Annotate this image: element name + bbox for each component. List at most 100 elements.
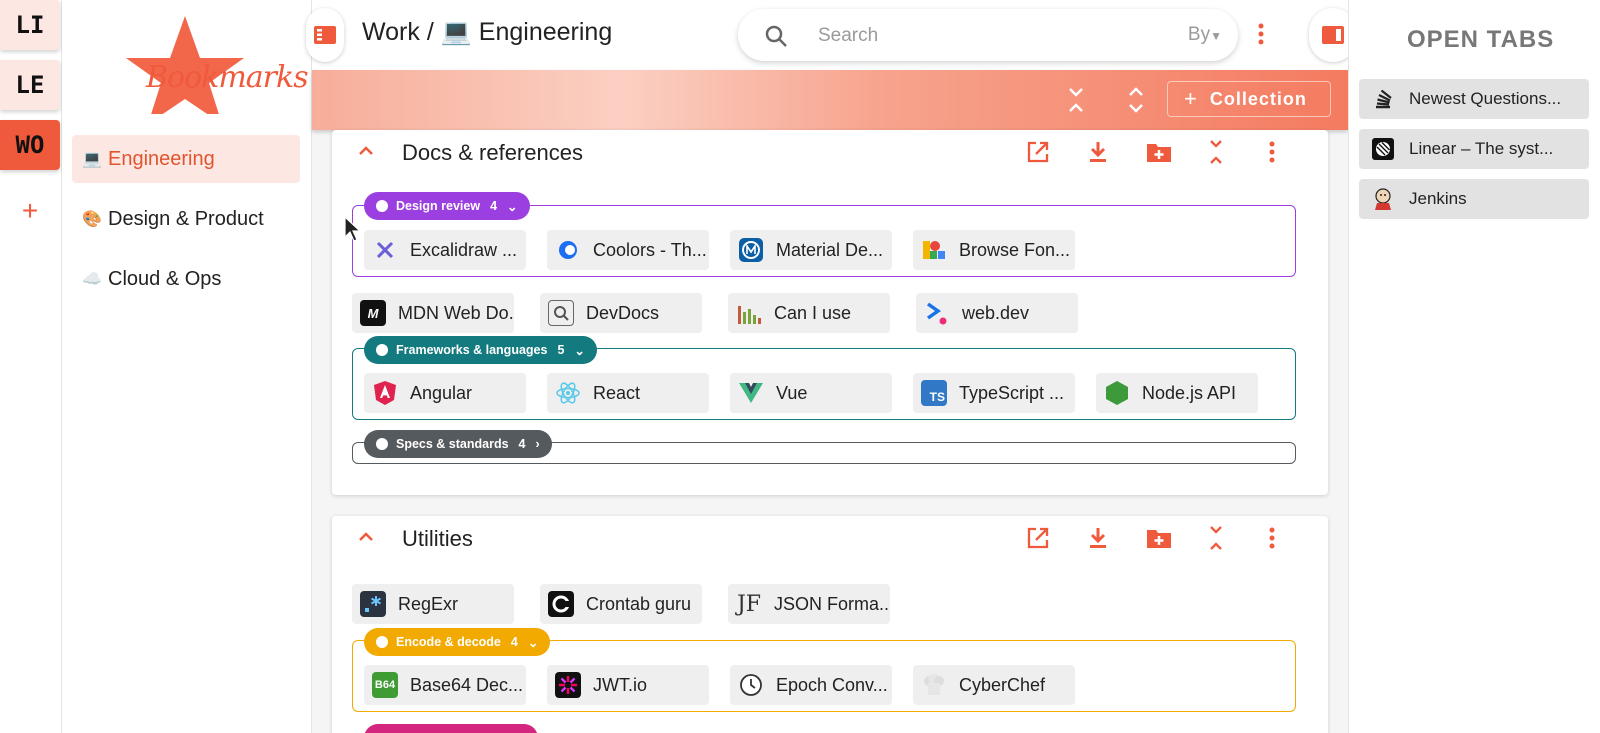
group-name: Frameworks & languages <box>396 343 548 357</box>
group-tag-design-review[interactable]: Design review 4 ⌄ <box>364 192 530 220</box>
collection-title: Utilities <box>402 526 473 551</box>
bookmark-typescript[interactable]: TS TypeScript ... <box>913 373 1075 413</box>
group-name: Encode & decode <box>396 635 501 649</box>
laptop-icon: 💻 <box>82 151 102 168</box>
expand-all-icon[interactable] <box>1126 86 1146 114</box>
bookmark-regexr[interactable]: RegExr <box>352 584 514 624</box>
collections-sidebar: Bookmarks 💻 Engineering 🎨 Design & Produ… <box>62 0 312 733</box>
workspace-le[interactable]: LE <box>0 60 60 110</box>
nav-item-cloud-ops[interactable]: ☁️ Cloud & Ops <box>72 255 300 303</box>
bookmark-json-formatter[interactable]: JF JSON Forma... <box>728 584 890 624</box>
app-logo: Bookmarks <box>102 14 309 124</box>
search-by-dropdown[interactable]: By▼ <box>1188 24 1222 46</box>
bookmark-nodejs[interactable]: Node.js API <box>1096 373 1258 413</box>
mdn-icon: M <box>360 300 386 326</box>
download-icon[interactable] <box>1086 140 1110 164</box>
group-tag-frameworks[interactable]: Frameworks & languages 5 ⌄ <box>364 336 597 364</box>
create-folder-icon[interactable] <box>1146 140 1172 164</box>
more-options-button[interactable] <box>1257 22 1265 51</box>
search-input[interactable]: Search <box>818 25 878 47</box>
bookmark-devdocs[interactable]: DevDocs <box>540 293 702 333</box>
group-name: Specs & standards <box>396 437 509 451</box>
group-tag-partial[interactable] <box>364 724 538 733</box>
workspace-li[interactable]: LI <box>0 0 60 50</box>
bookmark-react[interactable]: React <box>547 373 709 413</box>
group-tag-specs-standards[interactable]: Specs & standards 4 › <box>364 430 552 458</box>
toggle-sidebar-button[interactable] <box>306 8 344 62</box>
jenkins-icon <box>1371 187 1395 211</box>
bookmark-title: Angular <box>410 382 473 403</box>
more-vert-icon <box>1258 23 1264 45</box>
open-tab-stackoverflow[interactable]: Newest Questions... <box>1359 79 1589 119</box>
linear-icon <box>1371 137 1395 161</box>
chevron-down-icon: ⌄ <box>574 343 585 358</box>
cloud-icon: ☁️ <box>82 271 102 288</box>
open-tab-jenkins[interactable]: Jenkins <box>1359 179 1589 219</box>
workspace-rail: LI LE WO + <box>0 0 62 733</box>
bookmark-coolors[interactable]: Coolors - Th... <box>547 230 709 270</box>
bookmark-crontab-guru[interactable]: Crontab guru <box>540 584 702 624</box>
chevron-up-icon[interactable] <box>358 530 374 542</box>
bookmark-can-i-use[interactable]: Can I use <box>728 293 890 333</box>
bookmark-material-design[interactable]: Material De... <box>730 230 892 270</box>
download-icon[interactable] <box>1086 526 1110 550</box>
search-icon <box>765 25 787 47</box>
nav-item-engineering[interactable]: 💻 Engineering <box>72 135 300 183</box>
nav-item-design-product[interactable]: 🎨 Design & Product <box>72 195 300 243</box>
collapse-groups-icon[interactable] <box>1208 524 1224 552</box>
stack-overflow-icon <box>1371 87 1395 111</box>
tab-title: Newest Questions... <box>1409 89 1562 108</box>
caret-down-icon: ▼ <box>1210 29 1222 43</box>
bookmark-title: Browse Fon... <box>959 239 1071 260</box>
bookmark-epoch-converter[interactable]: Epoch Conv... <box>730 665 892 705</box>
bookmark-mdn[interactable]: M MDN Web Do... <box>352 293 514 333</box>
add-collection-button[interactable]: + Collection <box>1167 81 1331 117</box>
open-tabs-panel: OPEN TABS Newest Questions... Linear – T… <box>1348 0 1600 733</box>
tab-title: Linear – The syst... <box>1409 139 1554 158</box>
regexr-icon <box>360 591 386 617</box>
create-folder-icon[interactable] <box>1146 526 1172 550</box>
open-in-new-icon[interactable] <box>1026 140 1050 164</box>
more-vert-icon[interactable] <box>1268 140 1276 164</box>
group-tag-encode-decode[interactable]: Encode & decode 4 ⌄ <box>364 628 551 656</box>
chevron-up-icon[interactable] <box>358 144 374 156</box>
bookmark-title: Crontab guru <box>586 593 692 614</box>
bookmark-angular[interactable]: Angular <box>364 373 526 413</box>
base64-icon: B64 <box>372 672 398 698</box>
bookmark-title: Node.js API <box>1142 382 1237 403</box>
collapse-all-icon[interactable] <box>1066 86 1086 114</box>
collections-toolbar: + Collection <box>312 70 1348 130</box>
tab-title: Jenkins <box>1409 189 1467 208</box>
bookmark-web-dev[interactable]: web.dev <box>916 293 1078 333</box>
bookmark-title: Material De... <box>776 239 884 260</box>
workspace-wo[interactable]: WO <box>0 120 60 170</box>
bookmark-vue[interactable]: Vue <box>730 373 892 413</box>
jwt-icon <box>555 672 581 698</box>
chevron-right-icon: › <box>535 437 540 451</box>
bookmark-cyberchef[interactable]: CyberChef <box>913 665 1075 705</box>
bookmark-jwt[interactable]: JWT.io <box>547 665 709 705</box>
search-bar[interactable]: Search By▼ <box>738 9 1238 61</box>
chef-hat-icon <box>921 672 947 698</box>
more-vert-icon[interactable] <box>1268 526 1276 550</box>
bookmark-title: web.dev <box>962 302 1030 323</box>
bookmark-title: RegExr <box>398 593 459 614</box>
bookmark-title: React <box>593 382 641 403</box>
group-count: 5 <box>557 343 565 357</box>
palette-icon: 🎨 <box>82 211 102 228</box>
app-window: LI LE WO + Bookmarks 💻 Engineering 🎨 Des… <box>0 0 1600 733</box>
bookmark-excalidraw[interactable]: Excalidraw ... <box>364 230 526 270</box>
open-in-new-icon[interactable] <box>1026 526 1050 550</box>
collapse-groups-icon[interactable] <box>1208 138 1224 166</box>
bookmark-browse-fonts[interactable]: Browse Fon... <box>913 230 1075 270</box>
mouse-cursor-icon <box>344 216 362 242</box>
nodejs-icon <box>1104 380 1130 406</box>
react-icon <box>555 380 581 406</box>
bookmark-title: JWT.io <box>593 674 647 695</box>
group-count: 4 <box>490 199 498 213</box>
open-tab-linear[interactable]: Linear – The syst... <box>1359 129 1589 169</box>
add-workspace-button[interactable]: + <box>0 196 60 226</box>
group-name: Design review <box>396 199 481 213</box>
group-count: 4 <box>510 635 518 649</box>
bookmark-base64[interactable]: B64 Base64 Dec... <box>364 665 526 705</box>
